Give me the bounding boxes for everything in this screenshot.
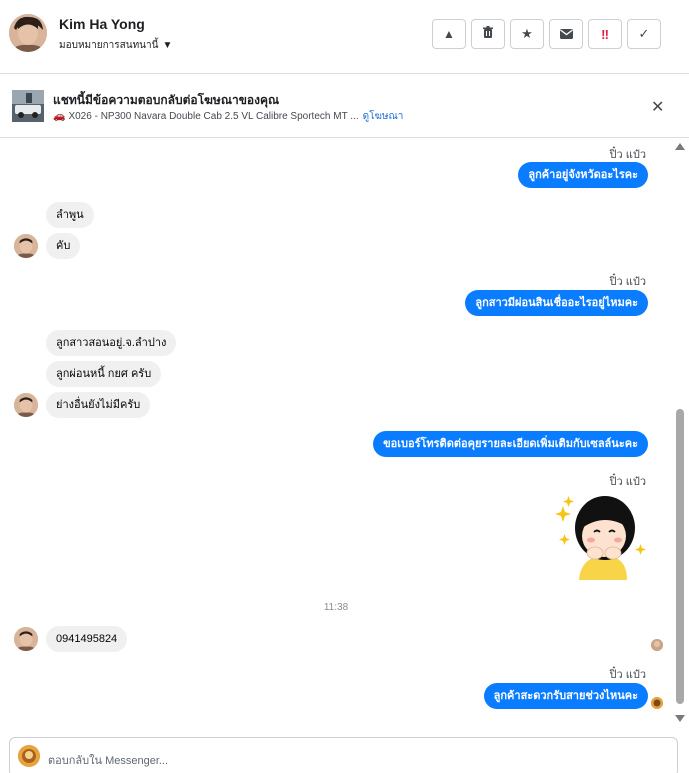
scroll-down-arrow-icon[interactable] [675, 715, 685, 722]
sticker-girl-happy[interactable] [551, 490, 648, 582]
sender-label: ปิ๋ว แป๋ว [609, 476, 646, 488]
mark-unread-button[interactable] [549, 19, 583, 49]
close-banner-icon[interactable]: ✕ [651, 97, 664, 117]
conversation-header: Kim Ha Yong มอบหมายการสนทนานี้ ▼ ▲ ★ ‼ ✓ [0, 0, 689, 74]
ad-thumbnail[interactable] [12, 90, 44, 122]
trash-icon [482, 26, 494, 42]
ad-reply-banner: แชทนี้มีข้อความตอบกลับต่อโฆษณาของคุณ 🚗 X0… [0, 75, 689, 138]
star-button[interactable]: ★ [510, 19, 544, 49]
delete-button[interactable] [471, 19, 505, 49]
outgoing-message[interactable]: ลูกสาวมีผ่อนสินเชื่ออะไรอยู่ไหมคะ [465, 290, 648, 316]
view-ad-link[interactable]: ดูโฆษณา [363, 111, 404, 122]
seen-indicator-avatar [651, 639, 663, 651]
flag-important-button[interactable]: ‼ [588, 19, 622, 49]
outgoing-message[interactable]: ลูกค้าสะดวกรับสายช่วงไหนคะ [483, 683, 648, 709]
outgoing-message[interactable]: ขอเบอร์โทรติดต่อคุยรายละเอียดเพิ่มเติมกั… [373, 431, 648, 457]
assign-label: มอบหมายการสนทนานี้ [59, 40, 159, 51]
thread-scrollbar[interactable] [673, 139, 687, 731]
timestamp-separator: 11:38 [323, 602, 349, 613]
contact-avatar-small [14, 234, 38, 258]
sender-label: ปิ๋ว แป๋ว [609, 669, 646, 681]
contact-avatar-small [14, 393, 38, 417]
reply-composer[interactable]: ตอบกลับใน Messenger... [9, 737, 678, 773]
contact-avatar[interactable] [9, 14, 47, 52]
car-icon: 🚗 [53, 111, 66, 122]
check-icon: ✓ [638, 26, 650, 41]
assign-conversation-dropdown[interactable]: มอบหมายการสนทนานี้ ▼ [59, 38, 172, 53]
scrollbar-thumb[interactable] [676, 409, 684, 704]
double-exclamation-icon: ‼ [601, 26, 609, 42]
header-actions: ▲ ★ ‼ ✓ [432, 19, 661, 49]
incoming-message[interactable]: ลูกสาวสอนอยู่.จ.ลำปาง [46, 330, 177, 356]
message-thread[interactable]: ปิ๋ว แป๋ว ลูกค้าอยู่จังหวัดอะไรคะ ลำพูน … [0, 139, 672, 731]
mark-done-button[interactable]: ✓ [627, 19, 661, 49]
warning-icon: ▲ [443, 27, 455, 41]
contact-name: Kim Ha Yong [59, 16, 145, 32]
ad-banner-title: แชทนี้มีข้อความตอบกลับต่อโฆษณาของคุณ [53, 93, 280, 107]
incoming-message[interactable]: ลำพูน [46, 202, 94, 228]
page-avatar-small [651, 697, 663, 709]
incoming-message[interactable]: คับ [46, 233, 81, 259]
outgoing-message[interactable]: ลูกค้าอยู่จังหวัดอะไรคะ [518, 162, 648, 188]
report-spam-button[interactable]: ▲ [432, 19, 466, 49]
ad-banner-subtitle: 🚗 X026 - NP300 Navara Double Cab 2.5 VL C… [53, 109, 403, 124]
envelope-icon [559, 27, 573, 42]
scroll-up-arrow-icon[interactable] [675, 143, 685, 150]
reply-input[interactable]: ตอบกลับใน Messenger... [48, 751, 168, 769]
sender-label: ปิ๋ว แป๋ว [609, 276, 646, 288]
star-icon: ★ [521, 26, 533, 41]
sender-label: ปิ๋ว แป๋ว [609, 149, 646, 161]
incoming-message[interactable]: ย่างอื่นยังไม่มีครับ [46, 392, 151, 418]
ad-name: X026 - NP300 Navara Double Cab 2.5 VL Ca… [68, 111, 359, 122]
contact-avatar-small [14, 627, 38, 651]
caret-down-icon: ▼ [162, 40, 173, 51]
incoming-message[interactable]: 0941495824 [46, 626, 128, 652]
incoming-message[interactable]: ลูกผ่อนหนี้ กยศ ครับ [46, 361, 162, 387]
page-avatar [18, 745, 40, 767]
